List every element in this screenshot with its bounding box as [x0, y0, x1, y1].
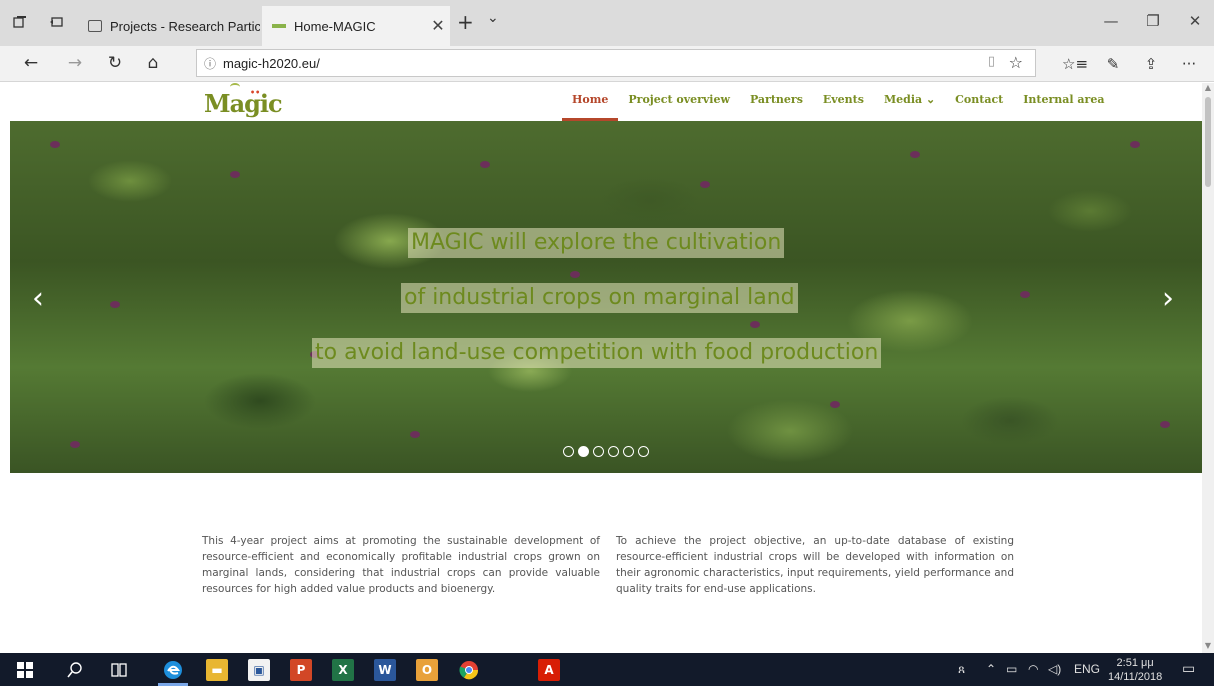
info-icon[interactable]: ⓘ — [197, 55, 223, 72]
flower-shape — [1130, 141, 1140, 148]
browser-toolbar: ← → ↻ ⌂ ⓘ magic-h2020.eu/ ▯ ☆ ☆≡ ✎ ⇪ ··· — [0, 46, 1214, 82]
main-menu: Home Project overview Partners Events Me… — [562, 83, 1114, 121]
slide-caption-line-2: of industrial crops on marginal land — [401, 283, 798, 313]
flower-shape — [830, 401, 840, 408]
edge-browser-icon[interactable] — [162, 659, 184, 681]
address-bar[interactable]: ⓘ magic-h2020.eu/ ▯ ☆ — [196, 49, 1036, 77]
volume-icon[interactable]: ◁) — [1048, 662, 1061, 676]
flower-shape — [570, 271, 580, 278]
new-tab-button[interactable]: + — [457, 12, 474, 32]
flower-shape — [1020, 291, 1030, 298]
tab-home-magic[interactable]: Home-MAGIC ✕ — [262, 6, 450, 46]
hero-carousel[interactable]: MAGIC will explore the cultivation of in… — [10, 121, 1202, 473]
nav-item-events[interactable]: Events — [813, 83, 874, 121]
back-icon[interactable]: ← — [18, 51, 44, 75]
store-icon[interactable]: ▣ — [248, 659, 270, 681]
carousel-next-icon[interactable]: › — [1162, 281, 1174, 316]
windows-taskbar: ▬ ▣ P X W O A ጸ ⌃ ▭ ◠ ◁) ENG 2:51 μμ 14/… — [0, 653, 1214, 686]
flower-shape — [750, 321, 760, 328]
excel-icon[interactable]: X — [332, 659, 354, 681]
web-notes-icon[interactable]: ✎ — [1100, 52, 1126, 76]
carousel-dot[interactable] — [638, 446, 649, 457]
carousel-indicators — [563, 446, 653, 457]
flower-shape — [1160, 421, 1170, 428]
share-icon[interactable]: ⇪ — [1138, 52, 1164, 76]
carousel-dot[interactable] — [563, 446, 574, 457]
task-view-icon[interactable] — [108, 659, 130, 681]
magic-logo[interactable]: Magic •• — [204, 83, 283, 118]
clock-time: 2:51 μμ — [1116, 657, 1154, 669]
slide-caption-line-3: to avoid land-use competition with food … — [312, 338, 882, 368]
page-scrollbar[interactable]: ▲ ▼ — [1202, 83, 1214, 653]
restore-icon[interactable]: ❐ — [1138, 12, 1168, 30]
outlook-icon[interactable]: O — [416, 659, 438, 681]
tab-projects[interactable]: Projects - Research Participa — [78, 6, 260, 46]
browser-tab-strip: Projects - Research Participa Home-MAGIC… — [0, 0, 1214, 46]
flower-shape — [480, 161, 490, 168]
forward-icon[interactable]: → — [62, 51, 88, 75]
minimize-icon[interactable]: — — [1096, 12, 1126, 30]
carousel-dot[interactable] — [623, 446, 634, 457]
nav-item-partners[interactable]: Partners — [740, 83, 813, 121]
carousel-dot[interactable] — [608, 446, 619, 457]
file-explorer-icon[interactable]: ▬ — [206, 659, 228, 681]
nav-item-project-overview[interactable]: Project overview — [618, 83, 740, 121]
favorite-star-icon[interactable]: ☆ — [1009, 53, 1023, 72]
close-window-icon[interactable]: ✕ — [1180, 12, 1210, 30]
wifi-icon[interactable]: ◠ — [1028, 662, 1038, 676]
flower-shape — [700, 181, 710, 188]
clock-date: 14/11/2018 — [1108, 671, 1163, 683]
search-icon[interactable] — [64, 659, 86, 681]
nav-item-contact[interactable]: Contact — [945, 83, 1013, 121]
home-icon[interactable]: ⌂ — [140, 51, 166, 75]
slide-caption-line-1: MAGIC will explore the cultivation — [408, 228, 785, 258]
flower-shape — [110, 301, 120, 308]
tab-label: Projects - Research Participa — [110, 18, 260, 34]
refresh-icon[interactable]: ↻ — [102, 51, 128, 75]
language-indicator[interactable]: ENG — [1074, 662, 1100, 676]
set-aside-tabs-icon[interactable] — [8, 10, 32, 34]
action-center-icon[interactable]: ▭ — [1182, 660, 1195, 677]
flower-shape — [230, 171, 240, 178]
carousel-dot-active[interactable] — [578, 446, 589, 457]
favorites-hub-icon[interactable]: ☆≡ — [1062, 52, 1088, 76]
web-page: Magic •• Home Project overview Partners … — [0, 83, 1202, 653]
more-icon[interactable]: ··· — [1176, 52, 1202, 76]
logo-leaf-icon — [230, 83, 240, 91]
scroll-up-icon[interactable]: ▲ — [1202, 83, 1214, 95]
people-icon[interactable]: ጸ — [958, 662, 965, 677]
flower-shape — [70, 441, 80, 448]
intro-paragraph-right: To achieve the project objective, an up-… — [616, 535, 1014, 595]
page-icon — [88, 20, 102, 32]
tabs-aside-icon[interactable] — [44, 10, 68, 34]
battery-icon[interactable]: ▭ — [1006, 662, 1017, 676]
carousel-prev-icon[interactable]: ‹ — [32, 281, 44, 316]
scroll-thumb[interactable] — [1205, 97, 1211, 187]
windows-start-icon[interactable] — [14, 659, 36, 681]
reading-view-icon[interactable]: ▯ — [988, 54, 995, 69]
carousel-dot[interactable] — [593, 446, 604, 457]
acrobat-icon[interactable]: A — [538, 659, 560, 681]
taskbar-clock[interactable]: 2:51 μμ 14/11/2018 — [1108, 656, 1162, 684]
show-hidden-icons-icon[interactable]: ⌃ — [986, 662, 996, 676]
scroll-down-icon[interactable]: ▼ — [1202, 641, 1214, 653]
flower-shape — [910, 151, 920, 158]
site-header: Magic •• Home Project overview Partners … — [0, 83, 1202, 121]
chrome-icon[interactable] — [458, 659, 480, 681]
nav-item-internal-area[interactable]: Internal area — [1013, 83, 1114, 121]
tab-label: Home-MAGIC — [294, 18, 376, 34]
logo-text: Magic — [204, 89, 283, 118]
close-tab-icon[interactable]: ✕ — [426, 16, 450, 36]
tab-list-chevron-icon[interactable]: ⌄ — [487, 10, 499, 26]
nav-item-media[interactable]: Media ⌄ — [874, 83, 945, 121]
intro-paragraph-left: This 4-year project aims at promoting th… — [202, 535, 600, 595]
magic-favicon-icon — [272, 24, 286, 28]
logo-dots-icon: •• — [250, 87, 261, 97]
flower-shape — [410, 431, 420, 438]
address-url: magic-h2020.eu/ — [223, 55, 320, 71]
flower-shape — [50, 141, 60, 148]
word-icon[interactable]: W — [374, 659, 396, 681]
powerpoint-icon[interactable]: P — [290, 659, 312, 681]
nav-item-home[interactable]: Home — [562, 83, 619, 121]
